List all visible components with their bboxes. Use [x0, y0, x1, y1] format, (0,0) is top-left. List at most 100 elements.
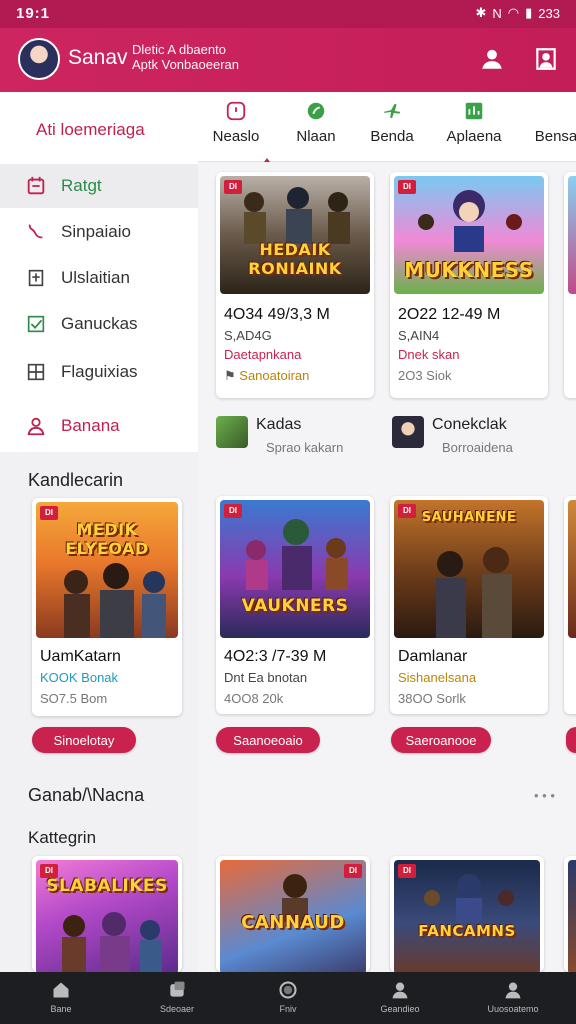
characters-art — [244, 187, 350, 244]
card-badge: DI — [398, 504, 416, 518]
card-title: 4O34 49/3,3 M — [224, 306, 330, 323]
sidebar-item-label: Banana — [61, 416, 120, 435]
nav-item-search[interactable]: Sdeoaer — [132, 980, 222, 1014]
card-title: 4O2:3 /7-39 M — [224, 648, 327, 665]
game-card[interactable]: MEDIK ELYEOAD DI UamKatarn KOOK Bonak SO… — [32, 498, 182, 716]
user-icon — [27, 417, 45, 436]
sidebar: Ati loemeriaga Ratgt Sinpaiaio Ulslaitia… — [0, 92, 198, 452]
nav-item-profile[interactable]: Geandieo — [355, 980, 445, 1014]
home-icon — [53, 982, 69, 998]
game-artwork: SLABALIKES DI — [36, 860, 178, 972]
game-artwork: FANCAMNS DI — [394, 860, 540, 972]
checkbox-icon — [27, 315, 45, 333]
status-time: 19:1 — [16, 5, 51, 22]
game-artwork: MEDIK ELYEOAD DI — [36, 502, 178, 638]
card-subtitle: Sishanelsana — [398, 670, 477, 685]
characters-art — [418, 190, 522, 252]
tab-bensa[interactable]: Bensa — [516, 100, 576, 145]
game-artwork: HEDAIK RONIAINK DI — [220, 176, 370, 294]
game-artwork — [568, 860, 576, 972]
grid-icon — [27, 363, 45, 381]
game-card-partial[interactable] — [564, 496, 576, 714]
developer-item[interactable]: Conekclak Borroaidena — [392, 416, 513, 455]
characters-art — [436, 547, 512, 638]
nav-item-account[interactable]: Uuosoatemo — [468, 980, 558, 1014]
sidebar-item-ulslaitian[interactable]: Ulslaitian — [0, 256, 198, 300]
art-title: HEDAIK RONIAINK — [248, 240, 342, 278]
game-card[interactable]: FANCAMNS DI — [390, 856, 544, 972]
card-badge: DI — [398, 864, 416, 878]
status-bar: 19:1 ✱ N ◠ ▮ 233 — [0, 0, 576, 28]
game-card-partial[interactable] — [564, 172, 576, 398]
game-card[interactable]: SLABALIKES DI — [32, 856, 182, 972]
game-card[interactable]: VAUKNERS DI 4O2:3 /7-39 M Dnt Ea bnotan … — [216, 496, 374, 714]
sidebar-item-flaguixias[interactable]: Flaguixias — [0, 350, 198, 394]
game-card[interactable]: HEDAIK RONIAINK DI 4O34 49/3,3 M S,AD4G … — [216, 172, 374, 398]
game-card[interactable]: CANNAUD DI — [216, 856, 370, 972]
sidebar-item-sinpaiaio[interactable]: Sinpaiaio — [0, 210, 198, 254]
nav-item-play[interactable]: Fniv — [243, 980, 333, 1014]
profile-icon[interactable] — [479, 46, 505, 72]
cards-icon — [170, 981, 185, 997]
card-meta: 4OO8 20k — [224, 691, 284, 706]
art-title: CANNAUD — [241, 912, 345, 933]
rating-icon: ⚑ — [224, 368, 236, 383]
card-action-button-partial[interactable] — [566, 727, 576, 753]
sidebar-item-label: Sinpaiaio — [61, 222, 131, 241]
tab-neaslo[interactable]: Neaslo — [196, 100, 276, 145]
nav-label: Bane — [50, 1004, 72, 1014]
record-icon — [279, 981, 297, 999]
nav-label: Uuosoatemo — [487, 1004, 539, 1014]
card-meta: 2O3 Siok — [398, 368, 452, 383]
card-action-button[interactable]: Saanoeoaio — [216, 727, 320, 753]
card-title: Damlanar — [398, 648, 468, 665]
nfc-icon: N — [492, 5, 502, 21]
art-title: MUKKNESS — [404, 258, 534, 282]
subtitle-line-1: Dletic A dbaento — [132, 42, 226, 57]
art-title: SAUHANENE — [421, 510, 517, 525]
card-title: 2O22 12-49 M — [398, 306, 501, 323]
sidebar-heading: Ati loemeriaga — [36, 120, 145, 139]
chart-icon — [465, 102, 483, 120]
card-meta: SO7.5 Bom — [40, 691, 108, 706]
avatar[interactable] — [18, 38, 60, 80]
battery-level: 233 — [538, 5, 560, 21]
route-icon — [28, 224, 43, 239]
card-badge: DI — [40, 506, 58, 520]
section-title-categories: Kattegrin — [28, 828, 97, 847]
bottom-navigation: Bane Sdeoaer Fniv Geandieo Uuosoatemo — [0, 972, 576, 1024]
more-dots[interactable]: • • • — [534, 788, 555, 803]
tab-label: Bensa — [534, 128, 576, 145]
card-badge: DI — [398, 180, 416, 194]
card-meta: 38OO Sorlk — [398, 691, 466, 706]
art-title: VAUKNERS — [241, 596, 349, 616]
tab-benda[interactable]: Benda — [352, 100, 432, 145]
sidebar-item-ganuckas[interactable]: Ganuckas — [0, 302, 198, 346]
tab-aplaena[interactable]: Aplaena — [434, 100, 514, 145]
card-badge: DI — [224, 504, 242, 518]
characters-art — [64, 563, 166, 638]
card-badge: DI — [344, 864, 362, 878]
nav-label: Geandieo — [380, 1004, 420, 1014]
section-title-genre: Ganab/\Nacna — [28, 785, 145, 805]
developer-item[interactable]: Kadas Sprao kakarn — [216, 416, 343, 455]
sidebar-item-ratgt[interactable]: Ratgt — [0, 164, 198, 208]
app-header: Sanav Dletic A dbaento Aptk Vonbaoeeran — [0, 28, 576, 92]
user-icon — [505, 982, 521, 999]
game-card-partial[interactable] — [564, 856, 576, 972]
left-card-action-button[interactable]: Sinoelotay — [32, 727, 136, 753]
characters-art — [62, 912, 162, 972]
game-card[interactable]: MUKKNESS DI 2O22 12-49 M S,AIN4 Dnek ska… — [390, 172, 548, 398]
calendar-icon — [27, 176, 45, 195]
subtitle-line-2: Aptk Vonbaoeeran — [132, 57, 239, 72]
developer-name: Conekclak — [432, 416, 507, 433]
left-panel: Kandlecarin MEDIK ELYEOAD DI UamKatarn K… — [0, 452, 198, 972]
sidebar-item-label: Ratgt — [61, 176, 102, 195]
account-icon[interactable] — [533, 46, 559, 72]
nav-item-home[interactable]: Bane — [16, 980, 106, 1014]
tab-label: Benda — [370, 128, 414, 145]
game-card[interactable]: SAUHANENE DI Damlanar Sishanelsana 38OO … — [390, 496, 548, 714]
tab-nlaan[interactable]: Nlaan — [276, 100, 356, 145]
card-action-button[interactable]: Saeroanooe — [391, 727, 491, 753]
sidebar-item-banana[interactable]: Banana — [0, 404, 198, 448]
